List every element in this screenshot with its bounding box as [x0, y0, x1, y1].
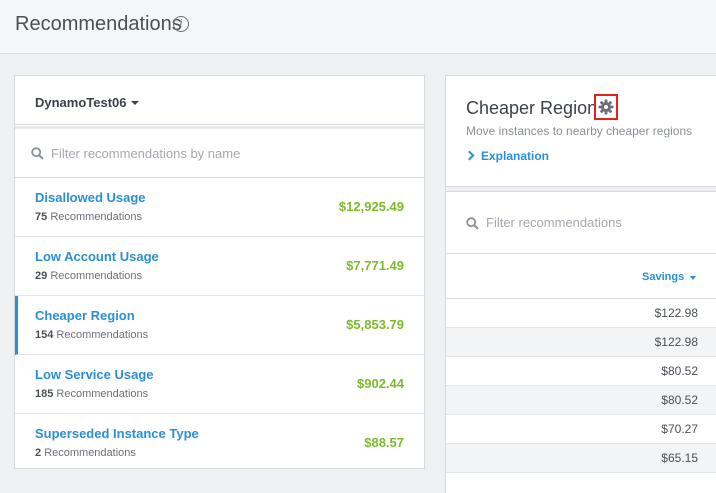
- recommendation-title: Superseded Instance Type: [35, 426, 199, 441]
- recommendation-savings: $7,771.49: [346, 258, 404, 273]
- count-label: Recommendations: [44, 447, 136, 459]
- recommendation-count: 2 Recommendations: [35, 447, 136, 459]
- recommendation-count: 154 Recommendations: [35, 329, 148, 341]
- savings-column-header[interactable]: Savings: [446, 254, 716, 299]
- savings-value: $80.52: [661, 393, 698, 407]
- count-value: 75: [35, 211, 48, 223]
- count-label: Recommendations: [50, 270, 143, 282]
- chevron-down-icon: [131, 101, 139, 105]
- table-row[interactable]: $122.98: [446, 328, 716, 357]
- account-dropdown[interactable]: DynamoTest06: [15, 76, 424, 125]
- count-label: Recommendations: [56, 388, 149, 400]
- savings-sort-label: Savings: [642, 271, 685, 283]
- count-label: Recommendations: [50, 211, 143, 223]
- count-value: 154: [35, 329, 54, 341]
- recommendation-savings: $5,853.79: [346, 317, 404, 332]
- recommendation-savings: $12,925.49: [338, 199, 404, 214]
- search-icon: [466, 217, 479, 230]
- count-value: 29: [35, 270, 48, 282]
- savings-value: $80.52: [661, 364, 698, 378]
- savings-value: $122.98: [654, 335, 698, 349]
- table-row[interactable]: $65.15: [446, 444, 716, 473]
- sort-desc-icon: [690, 276, 696, 280]
- search-icon: [31, 147, 44, 160]
- recommendation-item-low-account-usage[interactable]: Low Account Usage 29 Recommendations $7,…: [15, 237, 424, 296]
- savings-value: $122.98: [654, 306, 698, 320]
- count-label: Recommendations: [56, 329, 149, 341]
- page-title: Recommendations: [15, 13, 182, 35]
- recommendation-savings: $88.57: [364, 435, 404, 450]
- recommendation-count: 29 Recommendations: [35, 270, 142, 282]
- detail-filter-row: [446, 192, 716, 254]
- table-row[interactable]: $70.27: [446, 415, 716, 444]
- count-value: 185: [35, 388, 54, 400]
- settings-highlight: [594, 94, 618, 120]
- recommendation-savings: $902.44: [357, 376, 404, 391]
- recommendation-item-disallowed-usage[interactable]: Disallowed Usage 75 Recommendations $12,…: [15, 178, 424, 237]
- recommendation-item-superseded-instance-type[interactable]: Superseded Instance Type 2 Recommendatio…: [15, 414, 424, 473]
- count-value: 2: [35, 447, 42, 459]
- savings-value: $70.27: [661, 422, 698, 436]
- savings-value: $65.15: [661, 451, 698, 465]
- recommendation-count: 75 Recommendations: [35, 211, 142, 223]
- explanation-link[interactable]: Explanation: [464, 149, 550, 163]
- gear-icon[interactable]: [598, 99, 614, 115]
- chevron-right-icon: [464, 150, 475, 161]
- recommendation-item-cheaper-region[interactable]: Cheaper Region 154 Recommendations $5,85…: [15, 296, 424, 355]
- recommendation-title: Disallowed Usage: [35, 190, 146, 205]
- page-header: Recommendations i: [0, 0, 716, 54]
- filter-recommendations-input[interactable]: [486, 212, 716, 232]
- recommendation-count: 185 Recommendations: [35, 388, 148, 400]
- recommendation-item-low-service-usage[interactable]: Low Service Usage 185 Recommendations $9…: [15, 355, 424, 414]
- recommendation-detail-panel: Cheaper Region Move instances to nearby …: [445, 75, 716, 493]
- filter-row: [15, 129, 424, 178]
- recommendation-title: Low Account Usage: [35, 249, 159, 264]
- detail-title: Cheaper Region: [466, 98, 598, 118]
- info-icon[interactable]: i: [173, 16, 189, 32]
- table-row[interactable]: $80.52: [446, 357, 716, 386]
- table-row[interactable]: $80.52: [446, 386, 716, 415]
- account-name: DynamoTest06: [35, 95, 127, 110]
- recommendation-categories-panel: DynamoTest06 Disallowed Usage 75 Recomme…: [14, 75, 425, 469]
- detail-subtitle: Move instances to nearby cheaper regions: [466, 124, 693, 138]
- recommendation-title: Low Service Usage: [35, 367, 154, 382]
- explanation-label: Explanation: [481, 149, 550, 163]
- table-row[interactable]: $122.98: [446, 299, 716, 328]
- filter-by-name-input[interactable]: [51, 143, 411, 163]
- recommendation-title: Cheaper Region: [35, 308, 135, 323]
